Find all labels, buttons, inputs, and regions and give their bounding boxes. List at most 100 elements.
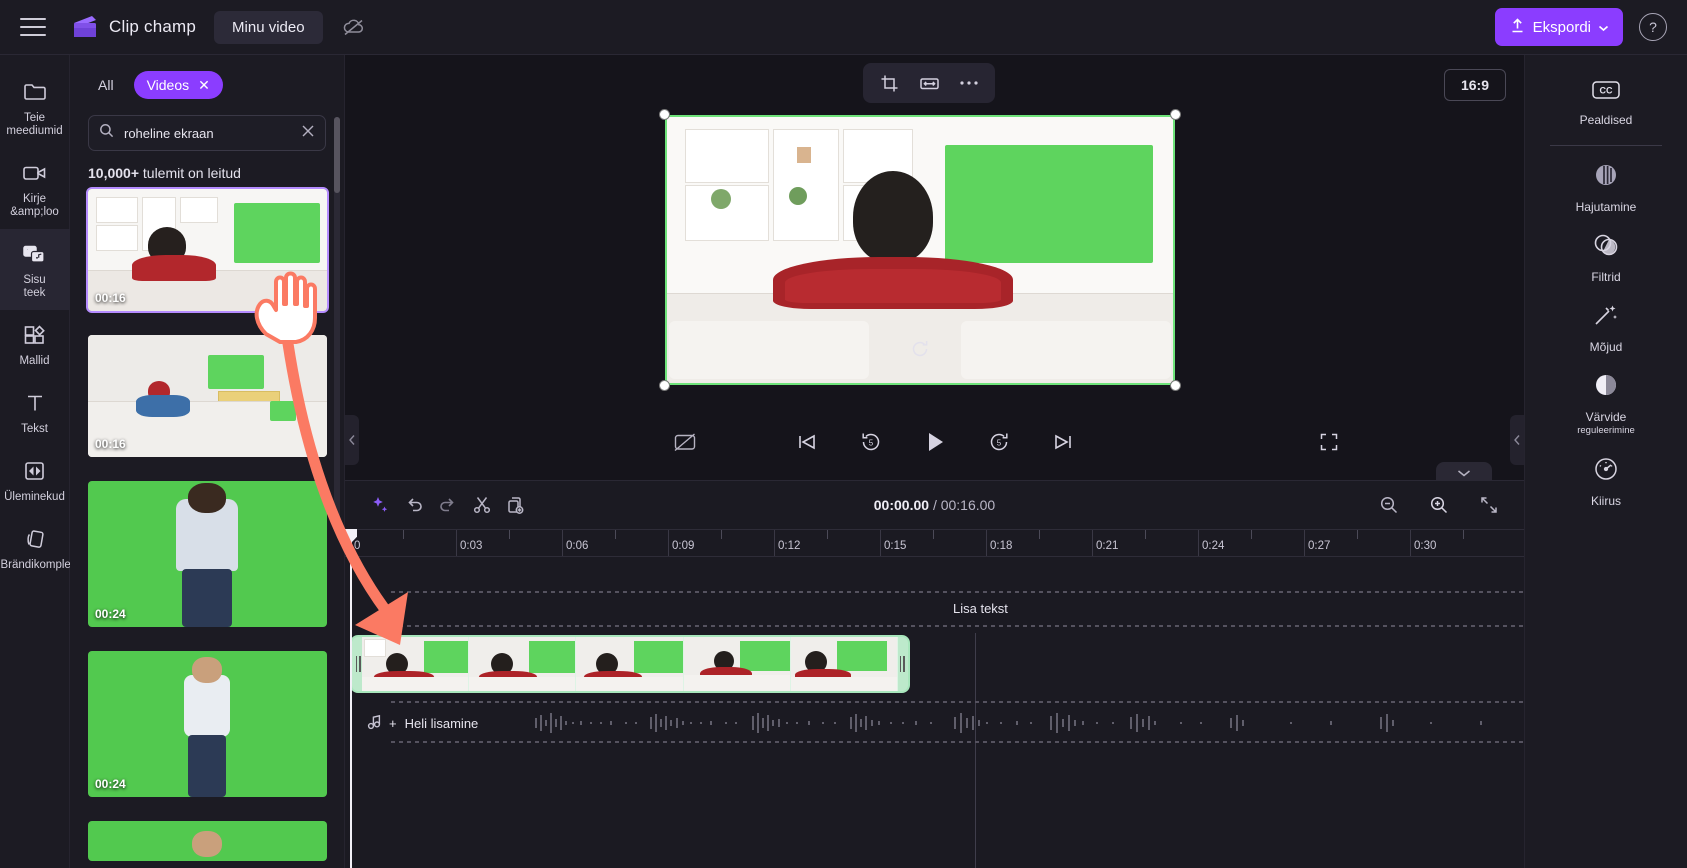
right-item-effects[interactable]: Mõjud (1551, 292, 1661, 362)
ruler-tick-major (880, 530, 881, 556)
skip-start-icon[interactable] (792, 427, 822, 457)
hamburger-icon[interactable] (20, 18, 46, 36)
sidebar-item-record-create[interactable]: Kirje &amp;loo (0, 148, 70, 229)
media-thumbnail[interactable]: 00:24 (88, 651, 327, 797)
ruler-tick-major (1410, 530, 1411, 556)
timeline: 00:00.00 / 00:16.00 0 0:03 0:06 0:09 0:1… (345, 480, 1524, 868)
clear-icon[interactable] (301, 124, 315, 143)
aspect-ratio-button[interactable]: 16:9 (1443, 69, 1506, 101)
close-icon[interactable]: ✕ (198, 78, 210, 92)
svg-text:5: 5 (868, 439, 873, 448)
ai-sparkle-icon[interactable] (363, 490, 397, 520)
transitions-icon (23, 458, 47, 484)
color-adjust-line2: reguleerimine (1577, 425, 1635, 436)
panel-scrollbar[interactable] (334, 117, 340, 525)
clip-trim-handle-left[interactable] (352, 637, 364, 691)
play-button[interactable] (920, 427, 950, 457)
help-button[interactable]: ? (1639, 13, 1667, 41)
folder-icon (23, 79, 47, 105)
add-audio-group[interactable]: + Heli lisamine (345, 714, 478, 733)
ruler-tick-minor (721, 530, 722, 539)
sidebar-label-record-create: Kirje &amp;loo (10, 193, 59, 219)
audio-track[interactable]: + Heli lisamine (345, 705, 1524, 741)
sidebar-item-transitions[interactable]: Üleminekud (0, 446, 70, 514)
more-icon[interactable] (951, 68, 987, 98)
duplicate-icon[interactable] (499, 490, 533, 520)
fullscreen-icon[interactable] (1314, 427, 1344, 457)
add-audio-label[interactable]: Heli lisamine (405, 716, 479, 731)
resize-handle-top-right[interactable] (1170, 109, 1181, 120)
sidebar-divider (1550, 145, 1662, 146)
ruler-label: 0:18 (990, 540, 1013, 552)
text-track-bottom-border (391, 625, 1524, 627)
zoom-out-icon[interactable] (1372, 490, 1406, 520)
timeline-ruler[interactable]: 0 0:03 0:06 0:09 0:12 0:15 0:18 0:21 0:24 0:27 0:3… (345, 529, 1524, 557)
right-label-color-adjust: Värvide reguleerimine (1577, 410, 1635, 438)
panel-scrollbar-thumb[interactable] (334, 117, 340, 193)
time-separator: / (932, 497, 937, 513)
fit-timeline-icon[interactable] (1472, 490, 1506, 520)
sidebar-item-your-media[interactable]: Teie meediumid (0, 67, 70, 148)
media-thumbnail[interactable]: 00:24 (88, 481, 327, 627)
sidebar-label-text: Tekst (21, 423, 48, 435)
timeline-toolbar: 00:00.00 / 00:16.00 (345, 481, 1524, 529)
ruler-tick-minor (1463, 530, 1464, 539)
transport-controls: 5 5 (345, 427, 1524, 457)
ruler-tick-major (350, 530, 351, 556)
add-text-icon[interactable]: + (391, 601, 400, 618)
project-tab[interactable]: Minu video (214, 10, 323, 44)
split-icon[interactable] (465, 490, 499, 520)
right-item-speed[interactable]: Kiirus (1551, 446, 1661, 516)
ruler-tick-major (986, 530, 987, 556)
resize-handle-bottom-right[interactable] (1170, 380, 1181, 391)
sidebar-item-templates[interactable]: Mallid (0, 310, 70, 378)
add-audio-icon[interactable]: + (389, 716, 397, 731)
ruler-tick-major (456, 530, 457, 556)
export-button[interactable]: Ekspordi (1494, 8, 1623, 46)
rotate-icon[interactable] (909, 338, 931, 360)
collapse-right-panel-button[interactable] (1510, 415, 1524, 465)
undo-icon[interactable] (397, 490, 431, 520)
resize-handle-top-left[interactable] (659, 109, 670, 120)
collapse-left-panel-button[interactable] (345, 415, 359, 465)
sidebar-item-content-library[interactable]: Sisu teek (0, 229, 70, 310)
right-item-fade[interactable]: Hajutamine (1551, 152, 1661, 222)
content-library-icon (22, 241, 48, 267)
sidebar-item-brand-kit[interactable]: Brändikomplekt (0, 514, 80, 582)
video-clip[interactable] (350, 635, 910, 693)
clip-trim-handle-right[interactable] (896, 637, 908, 691)
forward-5-icon[interactable]: 5 (984, 427, 1014, 457)
brand-logo-group[interactable]: Clip champ (70, 14, 196, 40)
search-box[interactable]: roheline ekraan (88, 115, 326, 151)
text-track[interactable]: + Lisa tekst (345, 593, 1524, 623)
redo-icon[interactable] (431, 490, 465, 520)
sidebar-item-text[interactable]: Tekst (0, 378, 70, 446)
rewind-5-icon[interactable]: 5 (856, 427, 886, 457)
search-input[interactable]: roheline ekraan (124, 126, 291, 141)
crop-icon[interactable] (871, 68, 907, 98)
add-text-label[interactable]: Lisa tekst (953, 601, 1008, 616)
sidebar-label-transitions: Üleminekud (4, 491, 65, 503)
fit-icon[interactable] (911, 68, 947, 98)
resize-handle-bottom-left[interactable] (659, 380, 670, 391)
media-thumbnail[interactable] (88, 821, 327, 861)
color-adjust-icon (1593, 372, 1619, 403)
right-item-color-adjust[interactable]: Värvide reguleerimine (1551, 362, 1661, 446)
effects-icon (1592, 302, 1620, 333)
filter-chip-all[interactable]: All (88, 71, 124, 99)
media-thumbnail[interactable]: 00:16 (86, 187, 329, 313)
right-item-filters[interactable]: Filtrid (1551, 222, 1661, 292)
ruler-tick-minor (509, 530, 510, 539)
audio-track-top-border (391, 701, 1524, 703)
thumbnail-image (88, 821, 327, 861)
clip-frame (576, 637, 684, 691)
filter-chip-videos[interactable]: Videos ✕ (133, 71, 223, 99)
export-label: Ekspordi (1532, 18, 1591, 36)
filter-chip-videos-label: Videos (146, 77, 190, 93)
media-thumbnail[interactable]: 00:16 (88, 335, 327, 457)
ruler-tick-minor (1039, 530, 1040, 539)
zoom-in-icon[interactable] (1422, 490, 1456, 520)
right-item-captions[interactable]: CC Pealdised (1551, 69, 1661, 135)
skip-end-icon[interactable] (1048, 427, 1078, 457)
cloud-off-icon[interactable] (339, 12, 369, 42)
